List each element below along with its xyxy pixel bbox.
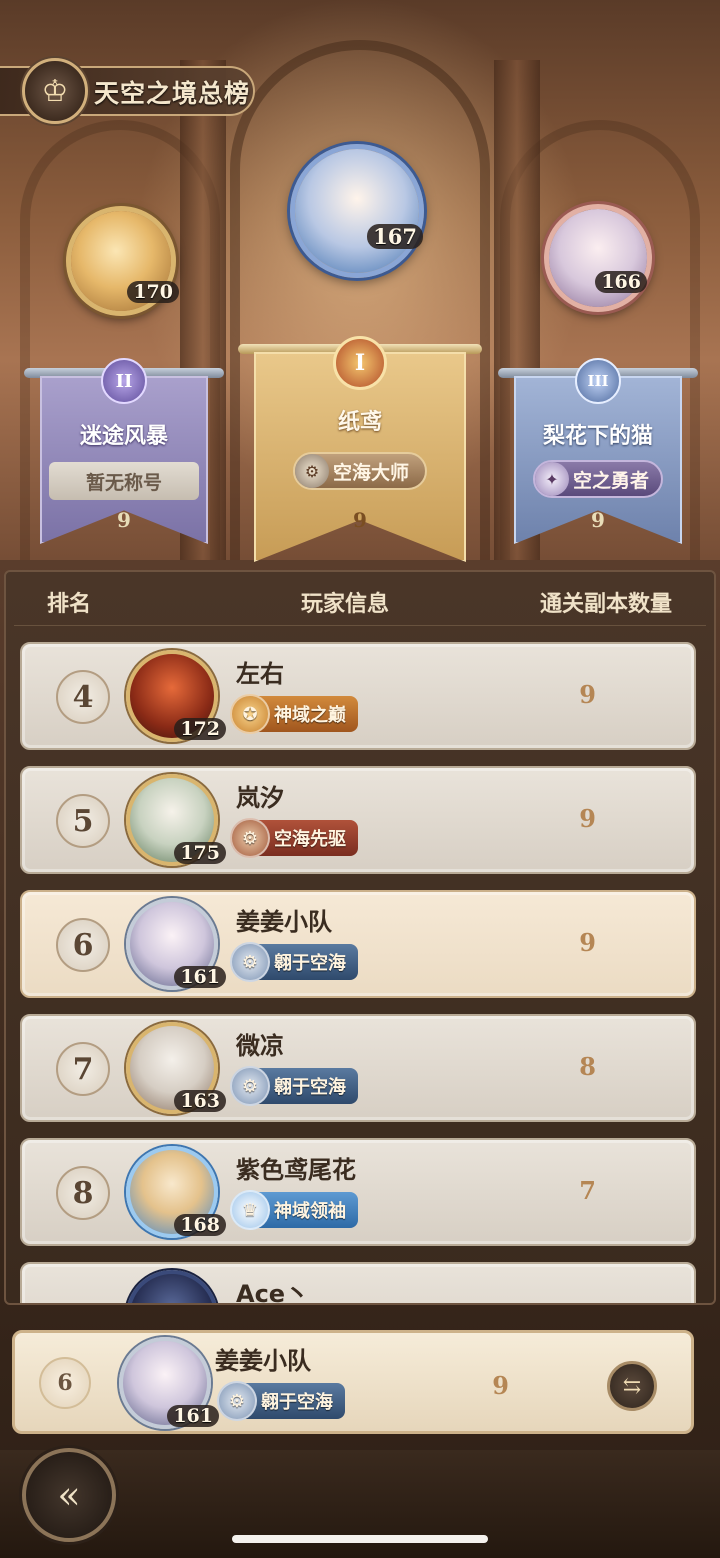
player-name: Ace丶 xyxy=(236,1280,310,1305)
compass-gear-icon: ⚙ xyxy=(217,1381,257,1421)
header-clear-count: 通关副本数量 xyxy=(539,591,672,617)
clear-count: 9 xyxy=(579,804,596,833)
player-name: 紫色鸢尾花 xyxy=(236,1156,356,1184)
header-player-info: 玩家信息 xyxy=(300,591,389,617)
my-avatar[interactable]: 161 xyxy=(119,1337,219,1429)
second-place-avatar[interactable]: 170 xyxy=(66,206,179,316)
third-place-title: ✦ 空之勇者 xyxy=(532,460,664,498)
first-place-level: 167 xyxy=(367,224,423,249)
level-label: 163 xyxy=(174,1090,226,1112)
my-rank-bar[interactable]: 6 161 姜姜小队 ⚙ 翱于空海 9 ⇆ xyxy=(12,1330,694,1434)
avatar[interactable]: 163 xyxy=(126,1022,226,1114)
table-row[interactable]: 5 175 岚汐 ⚙ 空海先驱 9 xyxy=(20,766,696,874)
compass-gear-icon: ⚙ xyxy=(230,942,270,982)
title-badge: ⚙ 翱于空海 xyxy=(230,942,358,982)
level-label: 168 xyxy=(174,1214,226,1236)
rank-one-emblem: I xyxy=(333,336,387,390)
clear-count: 9 xyxy=(579,928,596,957)
title-badge: ♛ 神域领袖 xyxy=(230,1190,358,1230)
third-place-name: 梨花下的猫 xyxy=(542,424,653,449)
ranking-table[interactable]: 排名 玩家信息 通关副本数量 4 172 左右 ✪ 神域之巅 9 5 175 岚… xyxy=(4,570,716,1305)
table-row[interactable]: 8 168 紫色鸢尾花 ♛ 神域领袖 7 xyxy=(20,1138,696,1246)
avatar[interactable]: 175 xyxy=(126,774,226,866)
table-row[interactable]: 4 172 左右 ✪ 神域之巅 9 xyxy=(20,642,696,750)
table-row[interactable]: Ace丶 xyxy=(20,1262,696,1305)
level-label: 172 xyxy=(174,718,226,740)
avatar[interactable]: 168 xyxy=(126,1146,226,1238)
back-arrow-icon[interactable]: « xyxy=(22,1448,116,1542)
clear-count: 7 xyxy=(579,1176,596,1205)
header-rank: 排名 xyxy=(46,591,91,617)
clear-count: 8 xyxy=(579,1052,596,1081)
level-label: 175 xyxy=(174,842,226,864)
rank-medal: 8 xyxy=(56,1166,110,1220)
title-badge: ⚙ 空海先驱 xyxy=(230,818,358,858)
first-place-count: 9 xyxy=(353,508,367,532)
player-name: 姜姜小队 xyxy=(236,908,332,936)
shield-icon: ✪ xyxy=(230,694,270,734)
rank-medal: 7 xyxy=(56,1042,110,1096)
player-name: 岚汐 xyxy=(236,784,284,812)
share-icon[interactable]: ⇆ xyxy=(607,1361,657,1411)
first-place-name: 纸鸢 xyxy=(337,410,382,435)
first-place-banner[interactable]: I 纸鸢 ⚙ 空海大师 9 xyxy=(238,336,482,562)
my-player-name: 姜姜小队 xyxy=(215,1347,311,1375)
rank-medal: 6 xyxy=(56,918,110,972)
avatar[interactable] xyxy=(126,1270,218,1303)
home-indicator[interactable] xyxy=(232,1535,488,1543)
second-place-title: 暂无称号 xyxy=(49,462,199,500)
trophy-icon: ♔ xyxy=(22,58,88,124)
player-name: 左右 xyxy=(236,660,284,688)
table-row-self[interactable]: 6 161 姜姜小队 ⚙ 翱于空海 9 xyxy=(20,890,696,998)
avatar[interactable]: 172 xyxy=(126,650,226,742)
compass-gear-icon: ⚙ xyxy=(230,818,270,858)
rank-three-emblem: III xyxy=(575,358,621,404)
rank-two-emblem: II xyxy=(101,358,147,404)
rank-medal: 4 xyxy=(56,670,110,724)
compass-icon: ✦ xyxy=(534,462,569,496)
clear-count: 9 xyxy=(579,680,596,709)
level-label: 161 xyxy=(174,966,226,988)
second-place-banner[interactable]: II 迷途风暴 暂无称号 9 xyxy=(24,358,224,544)
my-title-badge: ⚙ 翱于空海 xyxy=(217,1381,345,1421)
first-place-title: ⚙ 空海大师 xyxy=(292,452,428,490)
avatar[interactable]: 161 xyxy=(126,898,226,990)
third-place-banner[interactable]: III 梨花下的猫 ✦ 空之勇者 9 xyxy=(498,358,698,544)
first-place-avatar[interactable]: 167 xyxy=(290,144,424,278)
title-badge: ⚙ 翱于空海 xyxy=(230,1066,358,1106)
lion-crest-icon: ♛ xyxy=(230,1190,270,1230)
my-rank-medal: 6 xyxy=(39,1357,91,1409)
player-name: 微凉 xyxy=(236,1032,284,1060)
second-place-level: 170 xyxy=(127,281,179,303)
third-place-level: 166 xyxy=(595,271,647,293)
title-badge: ✪ 神域之巅 xyxy=(230,694,358,734)
table-header: 排名 玩家信息 通关副本数量 xyxy=(14,578,706,626)
third-place-count: 9 xyxy=(591,508,605,532)
second-place-name: 迷途风暴 xyxy=(79,424,168,449)
compass-gear-icon: ⚙ xyxy=(230,1066,270,1106)
table-row[interactable]: 7 163 微凉 ⚙ 翱于空海 8 xyxy=(20,1014,696,1122)
my-clear-count: 9 xyxy=(492,1371,509,1400)
page-title: 天空之境总榜 xyxy=(94,79,251,108)
second-place-count: 9 xyxy=(117,508,131,532)
rank-medal: 5 xyxy=(56,794,110,848)
compass-gear-icon: ⚙ xyxy=(294,454,329,488)
third-place-avatar[interactable]: 166 xyxy=(544,204,652,312)
my-level-label: 161 xyxy=(167,1405,219,1427)
